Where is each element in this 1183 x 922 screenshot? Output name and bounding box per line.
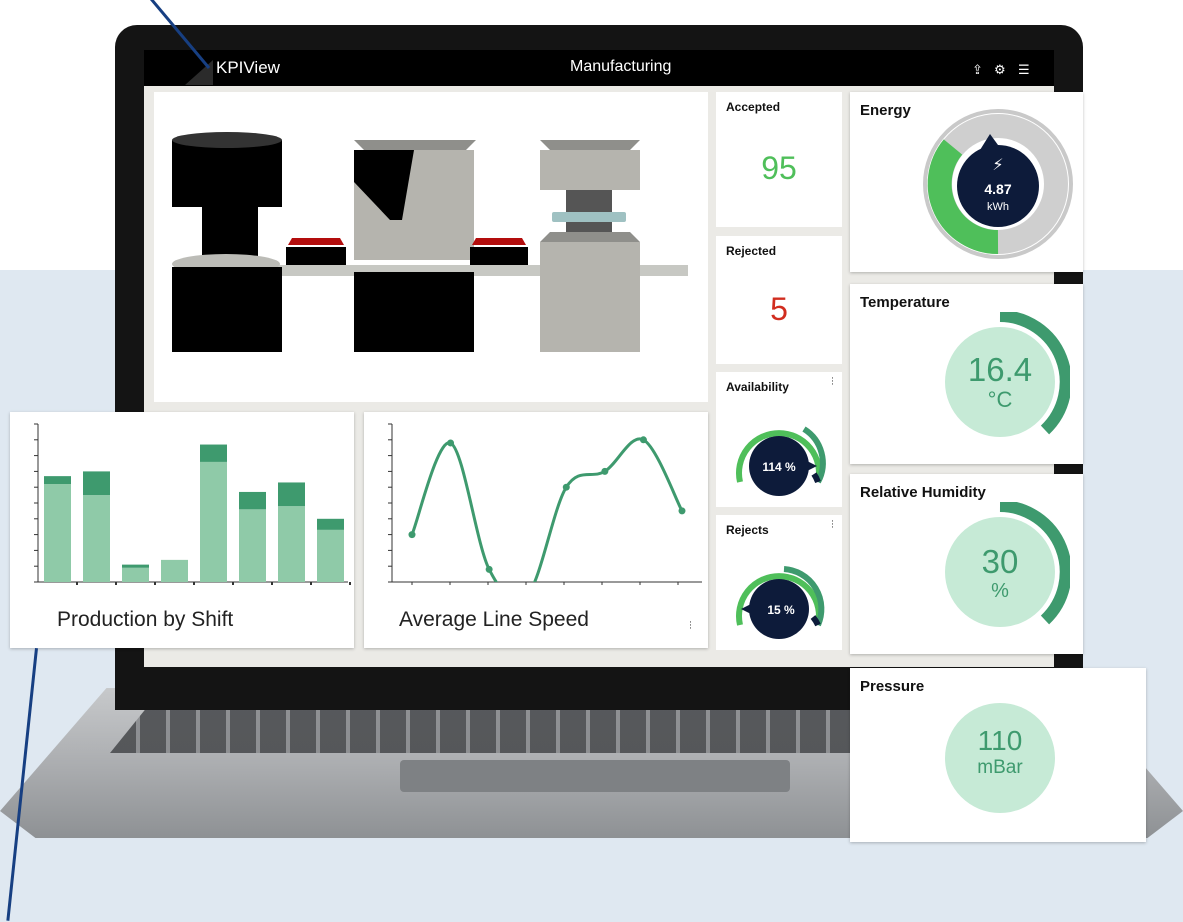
lightning-icon: ⚡ xyxy=(992,155,1003,174)
temperature-value: 16.4 xyxy=(967,351,1033,388)
rejected-title: Rejected xyxy=(726,244,777,258)
bar xyxy=(83,471,110,496)
temperature-readout: 16.4 °C xyxy=(945,352,1055,412)
bar xyxy=(239,509,266,582)
line-speed-label: Average Line Speed xyxy=(399,608,589,631)
top-bar: KPIView Manufacturing ⇪ ⚙ ☰ xyxy=(144,50,1054,86)
production-bar-chart xyxy=(34,423,351,585)
line-speed-card[interactable]: Average Line Speed · · · xyxy=(364,412,708,648)
accepted-value: 95 xyxy=(761,150,797,186)
brand-corner xyxy=(185,60,213,85)
availability-title: Availability xyxy=(726,380,789,394)
bar xyxy=(278,482,305,507)
production-label: Production by Shift xyxy=(57,608,234,631)
production-card[interactable]: Production by Shift xyxy=(10,412,354,648)
bar xyxy=(122,567,149,582)
page-title: Manufacturing xyxy=(570,58,672,75)
pressure-value: 110 xyxy=(977,725,1023,756)
line-point xyxy=(678,507,686,515)
rejects-gauge: 15 % xyxy=(736,566,825,639)
humidity-title: Relative Humidity xyxy=(860,484,986,501)
bar xyxy=(122,564,149,568)
humidity-value: 30 xyxy=(981,543,1019,580)
line-point xyxy=(639,436,647,444)
energy-unit: kWh xyxy=(987,201,1009,213)
more-options-icon[interactable]: · · · xyxy=(831,518,834,533)
user-settings-icon[interactable]: ⚙ xyxy=(994,63,1006,78)
laptop-trackpad xyxy=(400,760,790,792)
energy-title: Energy xyxy=(860,102,911,119)
accepted-title: Accepted xyxy=(726,100,781,114)
bar xyxy=(239,491,266,510)
line-point xyxy=(601,467,609,475)
pressure-card[interactable]: Pressure 110 mBar xyxy=(850,668,1146,842)
bar xyxy=(44,484,71,582)
line-point xyxy=(447,439,455,447)
rejects-value: 15 % xyxy=(767,603,795,617)
humidity-card[interactable]: Relative Humidity 30 % xyxy=(850,474,1083,654)
app-name: KPIView xyxy=(216,58,280,77)
line-point xyxy=(408,531,416,539)
availability-tile[interactable]: Availability · · · 114 % xyxy=(716,372,842,507)
temperature-title: Temperature xyxy=(860,294,950,311)
rejected-tile[interactable]: Rejected 5 xyxy=(716,236,842,364)
line-point xyxy=(485,565,493,573)
pressure-unit: mBar xyxy=(977,757,1023,778)
rejected-value: 5 xyxy=(770,291,788,327)
humidity-unit: % xyxy=(991,580,1009,602)
pressure-title: Pressure xyxy=(860,678,925,695)
more-options-icon[interactable]: · · · xyxy=(689,619,692,634)
share-icon[interactable]: ⇪ xyxy=(972,63,983,78)
bar xyxy=(161,559,188,582)
bar xyxy=(200,444,227,462)
temperature-unit: °C xyxy=(987,387,1013,412)
energy-card[interactable]: Energy ⚡ 4.87 kWh xyxy=(850,92,1083,272)
bar xyxy=(317,529,344,582)
temperature-card[interactable]: Temperature 16.4 °C xyxy=(850,284,1083,464)
rejects-tile[interactable]: Rejects · · · 15 % xyxy=(716,515,842,650)
energy-value: 4.87 xyxy=(984,181,1011,197)
machine-illustration-panel xyxy=(154,92,708,402)
line-speed-chart xyxy=(388,423,702,585)
pressure-readout: 110 mBar xyxy=(945,726,1055,780)
availability-gauge: 114 % xyxy=(736,426,826,496)
bar xyxy=(83,495,110,582)
energy-gauge: ⚡ 4.87 kWh xyxy=(923,109,1073,259)
humidity-readout: 30 % xyxy=(945,543,1055,603)
menu-icon[interactable]: ☰ xyxy=(1018,63,1030,78)
line-point xyxy=(562,483,570,491)
rejects-title: Rejects xyxy=(726,523,769,537)
accepted-tile[interactable]: Accepted 95 xyxy=(716,92,842,227)
bar xyxy=(200,461,227,582)
bar xyxy=(44,476,71,485)
availability-value: 114 % xyxy=(762,460,796,474)
bar xyxy=(278,506,305,582)
machine-illustration xyxy=(172,132,688,352)
more-options-icon[interactable]: · · · xyxy=(831,375,834,390)
line-series xyxy=(410,437,684,582)
bar xyxy=(317,518,344,530)
